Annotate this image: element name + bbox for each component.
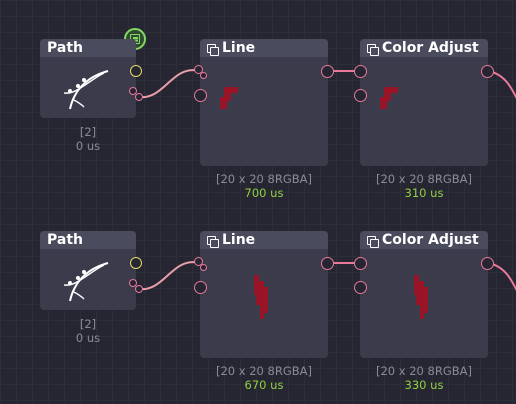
- color-adjust-time: 310 us: [404, 186, 444, 200]
- color-adjust-node-info: [20 x 20 8RGBA] 310 us: [360, 172, 488, 200]
- color-adjust-node-title: Color Adjust: [382, 40, 479, 56]
- color-adjust-size: [20 x 20 8RGBA]: [376, 364, 472, 378]
- line-node[interactable]: Line: [200, 231, 328, 358]
- line-time: 670 us: [244, 378, 284, 392]
- image-node-icon: [367, 43, 379, 56]
- path-preview: [63, 70, 109, 110]
- wire-row2-path-line: [138, 261, 201, 291]
- line-output-socket[interactable]: [321, 257, 334, 270]
- path-node-info: [2] 0 us: [40, 125, 136, 153]
- line-node-info: [20 x 20 8RGBA] 700 us: [200, 172, 328, 200]
- line-time: 700 us: [244, 186, 284, 200]
- path-node-header[interactable]: Path: [40, 231, 136, 249]
- path-node[interactable]: Path: [40, 39, 136, 118]
- path-node-title: Path: [47, 232, 83, 248]
- line-input-socket-2[interactable]: [200, 72, 207, 79]
- color-adjust-input-socket[interactable]: [354, 65, 367, 78]
- color-adjust-size: [20 x 20 8RGBA]: [376, 172, 472, 186]
- color-adjust-node-title: Color Adjust: [382, 232, 479, 248]
- path-node-title: Path: [47, 40, 83, 56]
- line-size: [20 x 20 8RGBA]: [216, 172, 312, 186]
- color-adjust-node[interactable]: Color Adjust: [360, 39, 488, 166]
- path-time: 0 us: [75, 331, 101, 345]
- line-node-header[interactable]: Line: [200, 39, 328, 57]
- color-adjust-output-socket[interactable]: [481, 257, 494, 270]
- path-output-socket[interactable]: [130, 257, 142, 269]
- path-output-socket[interactable]: [130, 65, 142, 77]
- image-node-icon: [207, 43, 219, 56]
- line-preview: [220, 87, 238, 109]
- color-adjust-secondary-input-socket[interactable]: [354, 281, 367, 294]
- path-preview: [63, 262, 109, 302]
- image-node-icon: [207, 235, 219, 248]
- path-output-socket-2[interactable]: [135, 285, 143, 293]
- image-node-icon: [367, 235, 379, 248]
- line-size: [20 x 20 8RGBA]: [216, 364, 312, 378]
- line-node[interactable]: Line: [200, 39, 328, 166]
- path-node-info: [2] 0 us: [40, 317, 136, 345]
- color-adjust-node[interactable]: Color Adjust: [360, 231, 488, 358]
- color-adjust-node-header[interactable]: Color Adjust: [360, 231, 488, 249]
- line-secondary-input-socket[interactable]: [194, 281, 207, 294]
- path-node-header[interactable]: Path: [40, 39, 136, 57]
- line-preview: [254, 275, 268, 319]
- path-count: [2]: [79, 125, 97, 139]
- wire-row2-color-out: [487, 262, 516, 291]
- color-adjust-secondary-input-socket[interactable]: [354, 89, 367, 102]
- node-graph-canvas[interactable]: Path [2] 0 us Line [20 x 20 8RGBA] 700 u…: [0, 0, 516, 404]
- path-time: 0 us: [75, 139, 101, 153]
- line-node-info: [20 x 20 8RGBA] 670 us: [200, 364, 328, 392]
- path-node[interactable]: Path: [40, 231, 136, 310]
- line-node-title: Line: [222, 232, 256, 248]
- wire-row1-path-line: [138, 69, 201, 99]
- color-adjust-input-socket[interactable]: [354, 257, 367, 270]
- line-input-socket-2[interactable]: [200, 264, 207, 271]
- path-count: [2]: [79, 317, 97, 331]
- color-adjust-time: 330 us: [404, 378, 444, 392]
- wire-row1-color-out: [487, 70, 516, 99]
- line-output-socket[interactable]: [321, 65, 334, 78]
- color-adjust-preview: [414, 275, 428, 319]
- line-secondary-input-socket[interactable]: [194, 89, 207, 102]
- color-adjust-node-info: [20 x 20 8RGBA] 330 us: [360, 364, 488, 392]
- color-adjust-node-header[interactable]: Color Adjust: [360, 39, 488, 57]
- color-adjust-output-socket[interactable]: [481, 65, 494, 78]
- line-node-header[interactable]: Line: [200, 231, 328, 249]
- path-output-socket-2[interactable]: [135, 93, 143, 101]
- color-adjust-preview: [380, 87, 398, 109]
- line-node-title: Line: [222, 40, 256, 56]
